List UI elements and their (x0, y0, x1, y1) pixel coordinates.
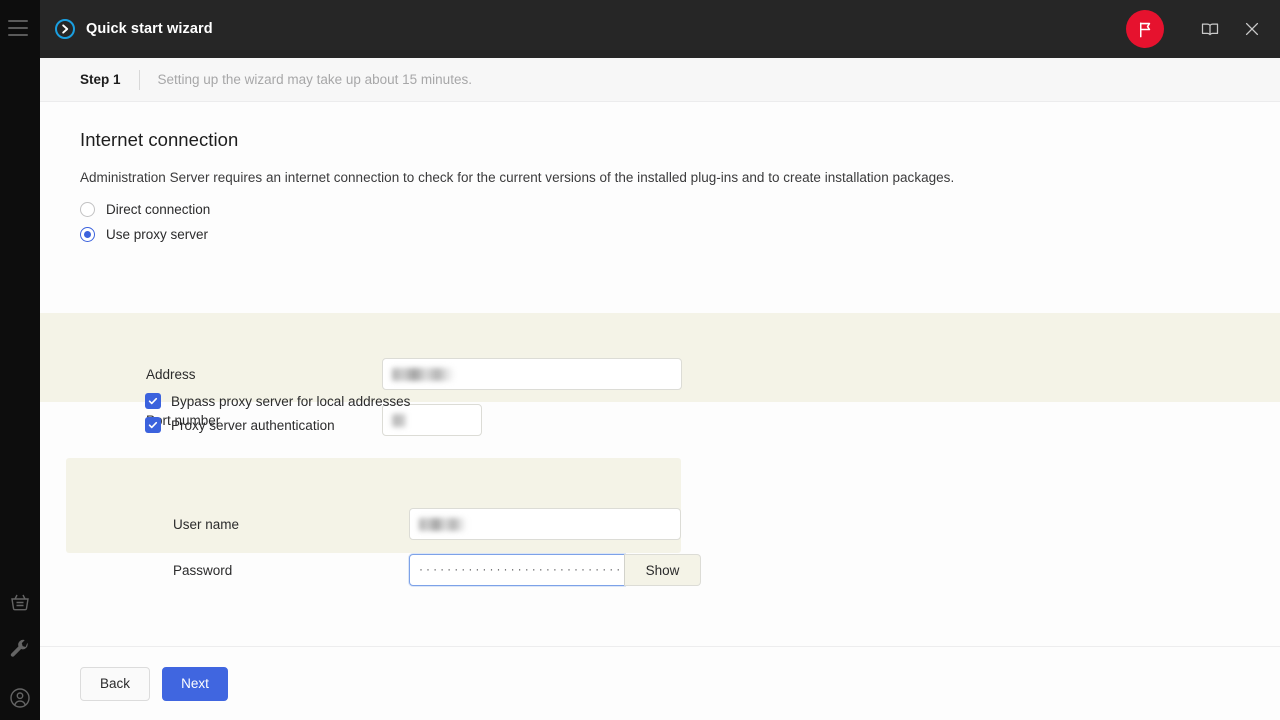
radio-use-proxy-server-label: Use proxy server (106, 227, 209, 242)
username-field-row: User name (173, 508, 681, 540)
hamburger-menu-icon[interactable] (8, 16, 32, 40)
wrench-icon[interactable] (8, 638, 32, 662)
marketplace-basket-icon[interactable] (8, 590, 32, 614)
page-description: Administration Server requires an intern… (80, 170, 955, 185)
next-button[interactable]: Next (162, 666, 228, 701)
address-field-row: Address (146, 358, 682, 390)
left-sidebar (0, 0, 40, 720)
username-label: User name (173, 516, 240, 532)
step-label: Step 1 (80, 72, 121, 87)
checkbox-proxy-authentication[interactable]: Proxy server authentication (145, 417, 335, 433)
page-title: Internet connection (80, 129, 239, 150)
radio-use-proxy-server-indicator (80, 227, 95, 242)
flag-icon[interactable] (1126, 10, 1164, 48)
radio-direct-connection[interactable]: Direct connection (80, 185, 1280, 217)
step-note: Setting up the wizard may take up about … (157, 72, 472, 87)
username-input[interactable] (409, 508, 681, 540)
book-icon[interactable] (1196, 15, 1224, 43)
close-icon[interactable] (1238, 15, 1266, 43)
password-input[interactable]: ······························ (409, 554, 627, 586)
sidebar-bottom-icons (0, 590, 40, 710)
wizard-content: Internet connection Administration Serve… (40, 102, 1280, 646)
address-input[interactable] (382, 358, 682, 390)
password-label: Password (173, 562, 233, 578)
window-titlebar: Quick start wizard (40, 0, 1280, 58)
app-root: Quick start wizard Step 1 Setting up the… (0, 0, 1280, 720)
wizard-footer: Back Next (40, 646, 1280, 720)
address-redacted-value (392, 367, 455, 381)
password-masked-value: ······························ (419, 561, 631, 576)
address-label: Address (146, 366, 196, 382)
main-column: Quick start wizard Step 1 Setting up the… (40, 0, 1280, 720)
checkbox-proxy-authentication-box (145, 417, 161, 433)
step-bar: Step 1 Setting up the wizard may take up… (40, 58, 1280, 102)
username-redacted-value (419, 517, 467, 531)
password-field-row: Password ······························ … (173, 554, 701, 586)
show-password-button[interactable]: Show (624, 554, 701, 586)
radio-use-proxy-server[interactable]: Use proxy server (80, 217, 1280, 242)
user-account-icon[interactable] (8, 686, 32, 710)
radio-direct-connection-label: Direct connection (106, 202, 211, 217)
checkbox-bypass-proxy-label: Bypass proxy server for local addresses (171, 393, 411, 409)
back-button[interactable]: Back (80, 666, 150, 701)
checkbox-bypass-proxy[interactable]: Bypass proxy server for local addresses (145, 393, 410, 409)
step-divider (138, 69, 140, 90)
checkbox-proxy-authentication-label: Proxy server authentication (171, 417, 335, 433)
port-redacted-value (392, 413, 407, 427)
arrow-circle-icon (54, 18, 76, 40)
checkbox-bypass-proxy-box (145, 393, 161, 409)
radio-direct-connection-indicator (80, 202, 95, 217)
window-title: Quick start wizard (86, 21, 213, 37)
